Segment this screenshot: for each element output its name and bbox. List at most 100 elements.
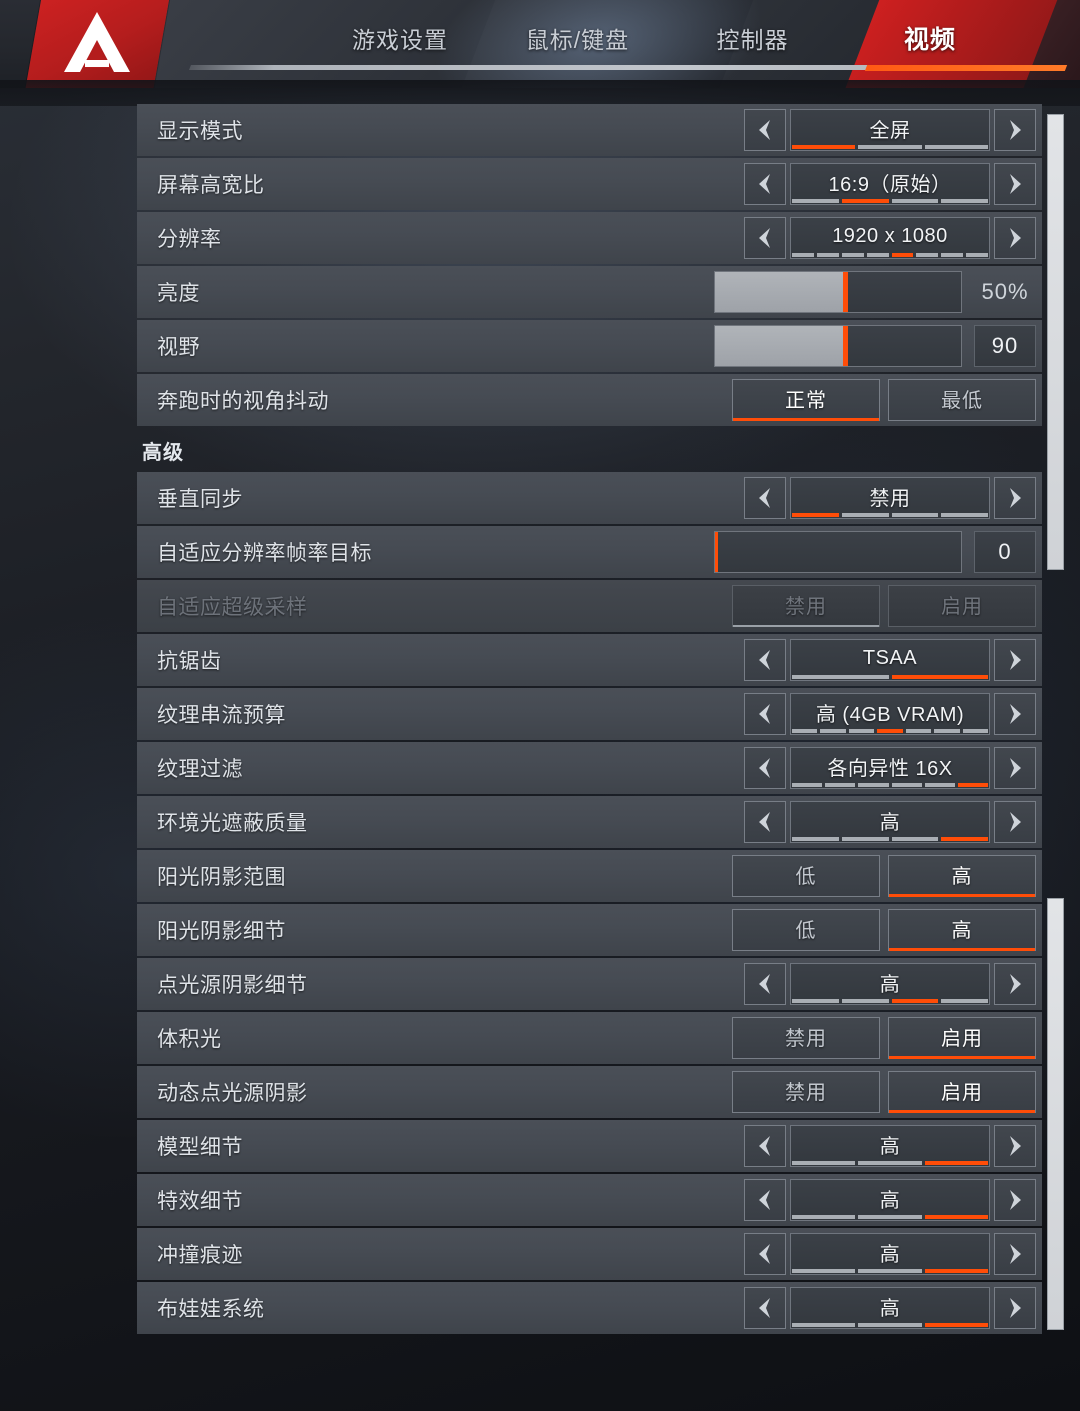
- chevron-left-icon[interactable]: [744, 801, 786, 843]
- toggle-option-label: 禁用: [785, 596, 827, 618]
- slider-value: 90: [974, 325, 1036, 367]
- toggle-option[interactable]: 低: [732, 909, 880, 951]
- segment-indicator: [792, 729, 988, 733]
- stepper-control: 高: [744, 801, 1036, 843]
- setting-label: 特效细节: [157, 1190, 243, 1213]
- slider-track[interactable]: [714, 531, 962, 573]
- chevron-right-icon[interactable]: [994, 801, 1036, 843]
- chevron-right-icon[interactable]: [994, 217, 1036, 259]
- stepper-value-box[interactable]: 高: [790, 1125, 990, 1167]
- stepper-value-box[interactable]: 高: [790, 801, 990, 843]
- chevron-left-icon[interactable]: [744, 639, 786, 681]
- setting-control: 各向异性 16X: [744, 742, 1042, 794]
- chevron-left-icon[interactable]: [744, 1179, 786, 1221]
- chevron-left-icon[interactable]: [744, 109, 786, 151]
- toggle-option-label: 启用: [941, 1028, 983, 1050]
- stepper-value-box[interactable]: 1920 x 1080: [790, 217, 990, 259]
- stepper-control: 16:9（原始）: [744, 163, 1036, 205]
- slider-value: 0: [974, 531, 1036, 573]
- toggle-option[interactable]: 正常: [732, 379, 880, 421]
- setting-control: 高 (4GB VRAM): [744, 688, 1042, 740]
- setting-label: 自适应分辨率帧率目标: [157, 542, 372, 565]
- setting-label: 阳光阴影细节: [157, 920, 286, 943]
- slider-track[interactable]: [714, 271, 962, 313]
- setting-label: 纹理过滤: [157, 758, 243, 781]
- toggle-option[interactable]: 高: [888, 909, 1036, 951]
- toggle-option-label: 最低: [941, 390, 983, 412]
- chevron-left-icon[interactable]: [744, 477, 786, 519]
- slider-track[interactable]: [714, 325, 962, 367]
- tab-0[interactable]: 游戏设置: [340, 20, 460, 60]
- chevron-right-icon[interactable]: [994, 1179, 1036, 1221]
- section-heading: 高级: [137, 428, 1042, 470]
- chevron-left-icon[interactable]: [744, 217, 786, 259]
- toggle-option[interactable]: 禁用: [732, 1071, 880, 1113]
- toggle-option[interactable]: 启用: [888, 1017, 1036, 1059]
- apex-video-settings-screen: 游戏设置 鼠标/键盘 控制器 视频 显示模式 全屏 屏幕高宽比 16:9（原始） 分辨率 192…: [0, 0, 1080, 1411]
- chevron-right-icon[interactable]: [994, 1125, 1036, 1167]
- scrollbar-thumb-0[interactable]: [1047, 114, 1064, 570]
- chevron-left-icon[interactable]: [744, 1125, 786, 1167]
- settings-row: 纹理串流预算 高 (4GB VRAM): [137, 688, 1042, 740]
- stepper-value-box[interactable]: 高: [790, 1179, 990, 1221]
- stepper-control: 高: [744, 1233, 1036, 1275]
- chevron-right-icon[interactable]: [994, 163, 1036, 205]
- tab-2[interactable]: 控制器: [700, 20, 805, 60]
- setting-label: 冲撞痕迹: [157, 1244, 243, 1267]
- chevron-right-icon[interactable]: [994, 639, 1036, 681]
- chevron-right-icon[interactable]: [994, 1233, 1036, 1275]
- stepper-value-box[interactable]: TSAA: [790, 639, 990, 681]
- chevron-right-icon[interactable]: [994, 477, 1036, 519]
- chevron-right-icon[interactable]: [994, 109, 1036, 151]
- settings-row: 动态点光源阴影 禁用 启用: [137, 1066, 1042, 1118]
- chevron-left-icon[interactable]: [744, 747, 786, 789]
- setting-control: 禁用 启用: [732, 580, 1042, 632]
- stepper-value-box[interactable]: 全屏: [790, 109, 990, 151]
- setting-label: 体积光: [157, 1028, 222, 1051]
- toggle-option[interactable]: 禁用: [732, 1017, 880, 1059]
- toggle-option-label: 正常: [785, 390, 827, 412]
- stepper-value-box[interactable]: 各向异性 16X: [790, 747, 990, 789]
- section-heading-label: 高级: [142, 442, 184, 464]
- chevron-right-icon[interactable]: [994, 963, 1036, 1005]
- chevron-right-icon[interactable]: [994, 747, 1036, 789]
- chevron-left-icon[interactable]: [744, 963, 786, 1005]
- settings-row: 视野 90: [137, 320, 1042, 372]
- stepper-value-box[interactable]: 高 (4GB VRAM): [790, 693, 990, 735]
- chevron-left-icon[interactable]: [744, 1287, 786, 1329]
- chevron-left-icon[interactable]: [744, 1233, 786, 1275]
- toggle-option[interactable]: 启用: [888, 1071, 1036, 1113]
- active-tab-underline: [864, 65, 1068, 71]
- stepper-value: 16:9（原始）: [828, 173, 952, 196]
- stepper-value-box[interactable]: 16:9（原始）: [790, 163, 990, 205]
- slider-control: 0: [714, 526, 1036, 578]
- tab-3[interactable]: 视频: [890, 20, 970, 60]
- stepper-value: 各向异性 16X: [827, 757, 953, 780]
- settings-row: 模型细节 高: [137, 1120, 1042, 1172]
- chevron-right-icon[interactable]: [994, 1287, 1036, 1329]
- setting-label: 亮度: [157, 282, 200, 305]
- tab-1[interactable]: 鼠标/键盘: [515, 20, 640, 60]
- stepper-value: 高: [879, 811, 901, 834]
- setting-label: 奔跑时的视角抖动: [157, 390, 329, 413]
- stepper-value-box[interactable]: 高: [790, 1233, 990, 1275]
- setting-control: 50%: [714, 266, 1042, 318]
- chevron-left-icon[interactable]: [744, 163, 786, 205]
- chevron-left-icon[interactable]: [744, 693, 786, 735]
- stepper-value: 禁用: [869, 487, 911, 510]
- segment-indicator: [792, 1323, 988, 1327]
- scrollbar-thumb-1[interactable]: [1047, 898, 1064, 1330]
- chevron-right-icon[interactable]: [994, 693, 1036, 735]
- setting-label: 抗锯齿: [157, 650, 222, 673]
- toggle-option[interactable]: 低: [732, 855, 880, 897]
- toggle-option[interactable]: 最低: [888, 379, 1036, 421]
- setting-control: 16:9（原始）: [744, 158, 1042, 210]
- settings-row: 奔跑时的视角抖动 正常 最低: [137, 374, 1042, 426]
- toggle-option[interactable]: 高: [888, 855, 1036, 897]
- stepper-value-box[interactable]: 高: [790, 1287, 990, 1329]
- stepper-value: 高: [879, 1243, 901, 1266]
- slider-control: 90: [714, 320, 1036, 372]
- stepper-value-box[interactable]: 禁用: [790, 477, 990, 519]
- settings-row: 屏幕高宽比 16:9（原始）: [137, 158, 1042, 210]
- stepper-value-box[interactable]: 高: [790, 963, 990, 1005]
